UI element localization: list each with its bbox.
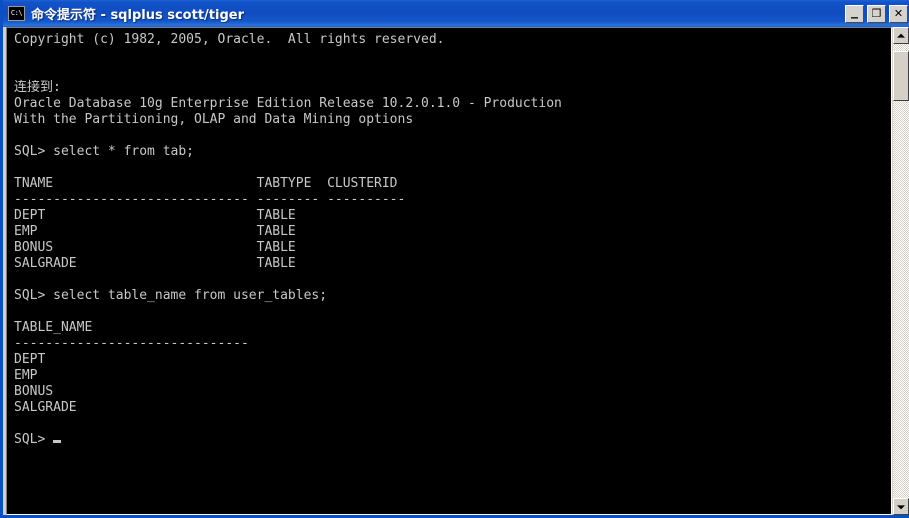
terminal-line: SQL> select * from tab; <box>14 144 562 160</box>
terminal-line: SQL> select table_name from user_tables; <box>14 288 562 304</box>
window-client-area: Copyright (c) 1982, 2005, Oracle. All ri… <box>6 27 909 515</box>
terminal-line: BONUS TABLE <box>14 240 562 256</box>
terminal-line <box>14 304 562 320</box>
minimize-button[interactable]: _ <box>845 5 864 23</box>
console-window: C:\ 命令提示符 - sqlplus scott/tiger _ ❐ ✕ Co… <box>0 0 909 518</box>
chevron-up-icon <box>897 33 905 37</box>
terminal-line <box>14 128 562 144</box>
window-title: 命令提示符 - sqlplus scott/tiger <box>31 4 842 23</box>
terminal-line: Oracle Database 10g Enterprise Edition R… <box>14 96 562 112</box>
terminal-line: DEPT TABLE <box>14 208 562 224</box>
terminal-line: DEPT <box>14 352 562 368</box>
terminal-line: SQL> <box>14 432 562 448</box>
terminal-line: ------------------------------ <box>14 336 562 352</box>
terminal-screen[interactable]: Copyright (c) 1982, 2005, Oracle. All ri… <box>8 29 891 514</box>
scroll-up-button[interactable] <box>893 27 909 44</box>
minimize-icon: _ <box>846 6 863 22</box>
terminal-line: SALGRADE <box>14 400 562 416</box>
scrollbar-thumb[interactable] <box>893 51 909 101</box>
terminal-line: EMP <box>14 368 562 384</box>
terminal-frame: Copyright (c) 1982, 2005, Oracle. All ri… <box>6 27 892 515</box>
close-icon: ✕ <box>890 6 907 22</box>
maximize-button[interactable]: ❐ <box>867 5 886 23</box>
terminal-line: ------------------------------ -------- … <box>14 192 562 208</box>
terminal-text: Copyright (c) 1982, 2005, Oracle. All ri… <box>14 32 562 448</box>
title-bar[interactable]: C:\ 命令提示符 - sqlplus scott/tiger _ ❐ ✕ <box>3 0 909 27</box>
terminal-line: TABLE_NAME <box>14 320 562 336</box>
scroll-down-button[interactable] <box>893 498 909 515</box>
terminal-line: EMP TABLE <box>14 224 562 240</box>
maximize-icon: ❐ <box>868 6 885 22</box>
terminal-line: With the Partitioning, OLAP and Data Min… <box>14 112 562 128</box>
terminal-line <box>14 64 562 80</box>
terminal-line: 连接到: <box>14 80 562 96</box>
terminal-line: TNAME TABTYPE CLUSTERID <box>14 176 562 192</box>
terminal-line: BONUS <box>14 384 562 400</box>
terminal-cursor <box>53 440 61 443</box>
terminal-line <box>14 416 562 432</box>
close-button[interactable]: ✕ <box>889 5 908 23</box>
console-icon: C:\ <box>8 6 25 21</box>
caption-button-group: _ ❐ ✕ <box>842 5 908 23</box>
terminal-line: SALGRADE TABLE <box>14 256 562 272</box>
vertical-scrollbar[interactable] <box>892 27 909 515</box>
terminal-line: Copyright (c) 1982, 2005, Oracle. All ri… <box>14 32 562 48</box>
terminal-line <box>14 272 562 288</box>
terminal-line <box>14 48 562 64</box>
terminal-line <box>14 160 562 176</box>
chevron-down-icon <box>897 505 905 509</box>
